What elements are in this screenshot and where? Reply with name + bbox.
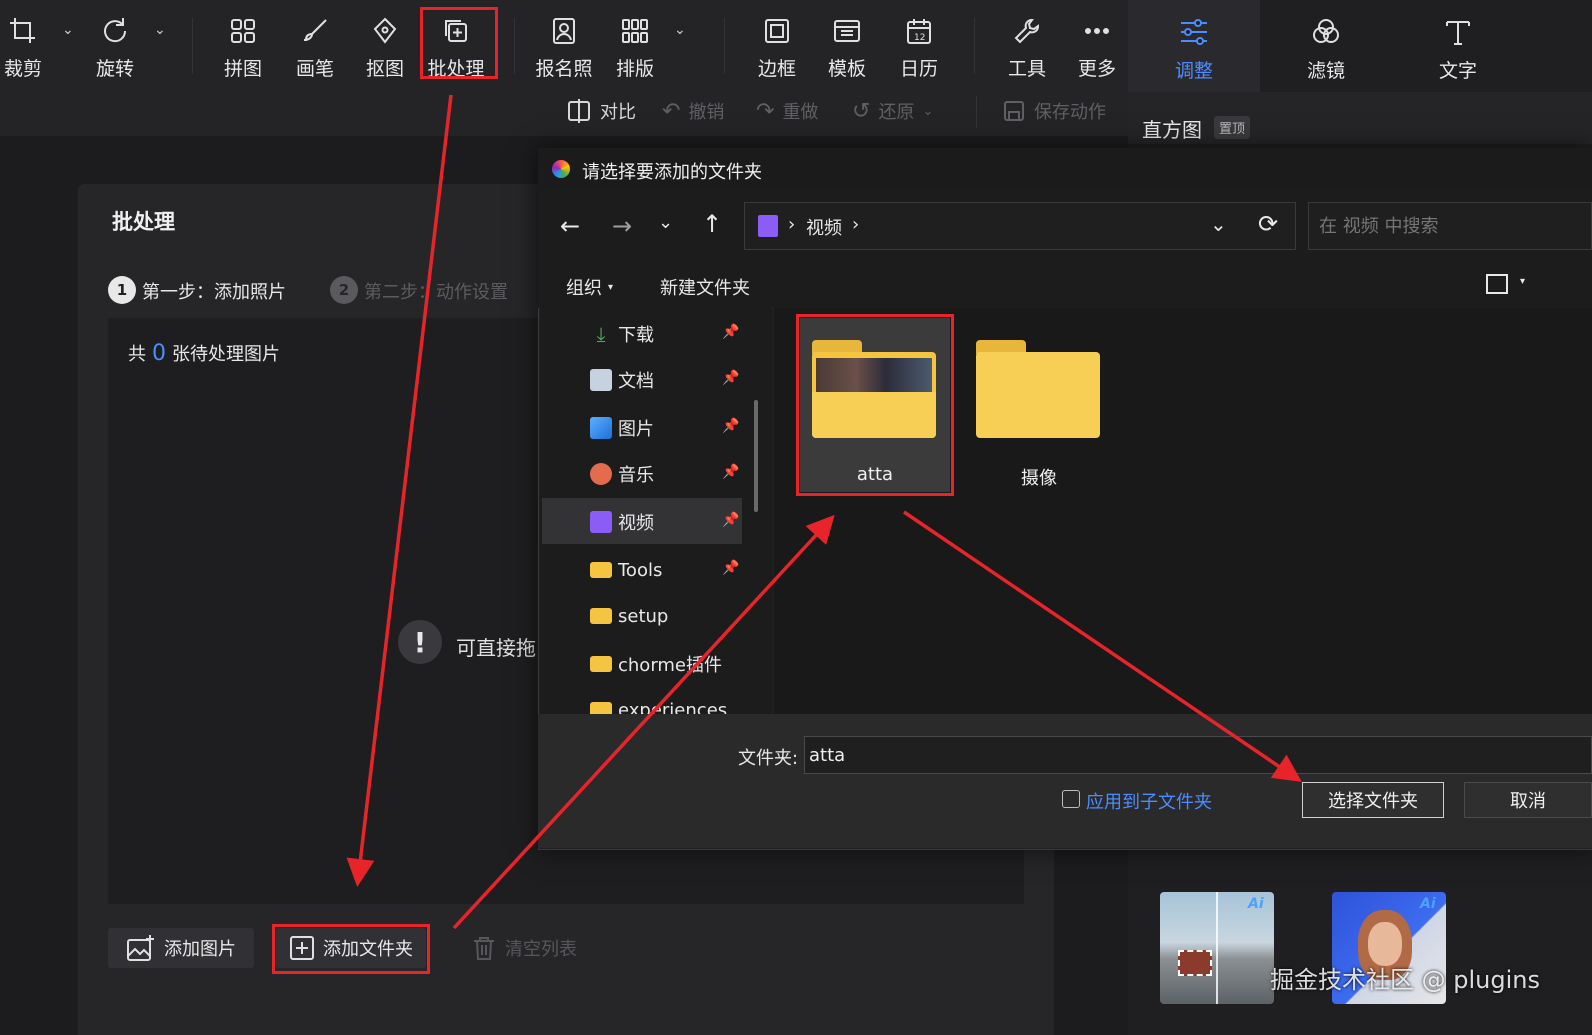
annotation-arrows xyxy=(346,94,1302,930)
watermark-text: 掘金技术社区 @ plugins xyxy=(1270,966,1540,994)
arrow-atta-to-select-button xyxy=(903,510,1302,782)
arrow-batch-to-add-folder xyxy=(346,94,453,887)
arrow-add-folder-to-atta xyxy=(452,514,835,930)
